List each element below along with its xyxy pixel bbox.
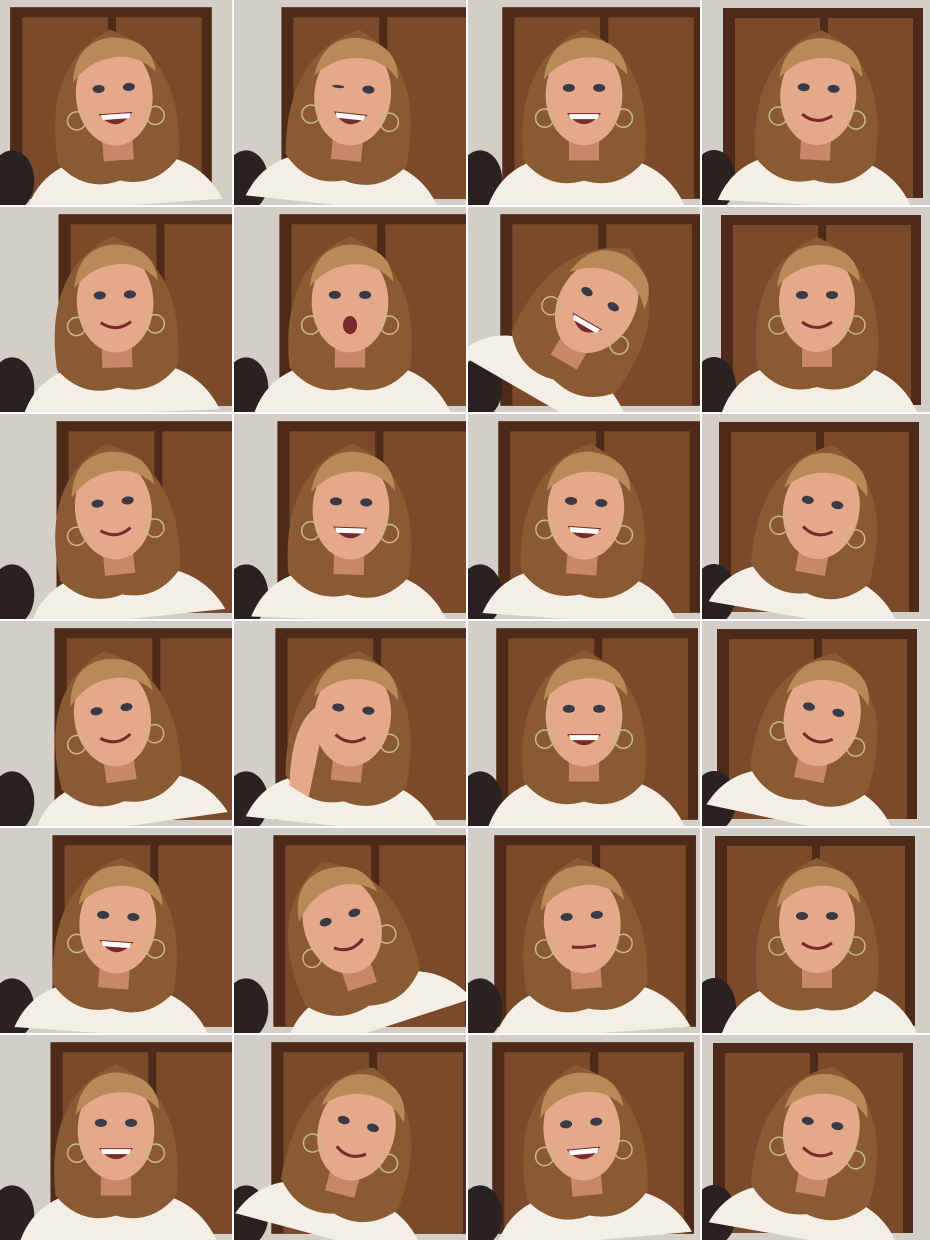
mouth (342, 316, 358, 335)
portrait-photo (468, 414, 700, 619)
portrait-tile (468, 621, 700, 826)
portrait-tile (702, 621, 930, 826)
eye (125, 1118, 138, 1127)
portrait-photo (0, 414, 232, 619)
portrait-photo (0, 207, 232, 412)
teeth (335, 527, 366, 534)
portrait-tile (234, 621, 466, 826)
portrait-tile (702, 207, 930, 412)
teeth (568, 735, 600, 741)
portrait-tile (0, 828, 232, 1033)
teeth (568, 114, 600, 120)
eye (562, 704, 575, 713)
portrait-tile (702, 0, 930, 205)
portrait-photo (702, 1035, 930, 1240)
portrait-photo (0, 0, 232, 205)
portrait-tile (468, 414, 700, 619)
portrait-photo (468, 1035, 700, 1240)
portrait-tile (468, 1035, 700, 1240)
portrait-tile (234, 414, 466, 619)
portrait-tile (234, 828, 466, 1033)
portrait-photo (234, 828, 466, 1033)
portrait-photo (468, 828, 700, 1033)
portrait-photo (702, 207, 930, 412)
portrait-photo (702, 0, 930, 205)
portrait-tile (702, 414, 930, 619)
portrait-photo (0, 621, 232, 826)
portrait-tile (468, 828, 700, 1033)
portrait-tile (0, 0, 232, 205)
portrait-photo (468, 207, 700, 412)
portrait-photo (234, 621, 466, 826)
portrait-tile (0, 621, 232, 826)
portrait-tile (0, 414, 232, 619)
eye (94, 1118, 107, 1127)
teeth (100, 1149, 132, 1155)
eye (826, 912, 838, 920)
portrait-tile (0, 207, 232, 412)
eye (826, 291, 838, 299)
eye (562, 83, 575, 92)
eye (359, 290, 372, 299)
portrait-tile (468, 0, 700, 205)
portrait-tile (468, 207, 700, 412)
portrait-tile (0, 1035, 232, 1240)
portrait-photo (234, 0, 466, 205)
eye (796, 291, 808, 299)
portrait-tile (234, 207, 466, 412)
portrait-tile (702, 828, 930, 1033)
portrait-photo (234, 414, 466, 619)
portrait-tile (234, 0, 466, 205)
portrait-photo (468, 0, 700, 205)
portrait-photo (702, 414, 930, 619)
portrait-photo (0, 1035, 232, 1240)
eye (328, 290, 341, 299)
portrait-photo (234, 207, 466, 412)
portrait-tile (234, 1035, 466, 1240)
portrait-photo (702, 621, 930, 826)
portrait-tile (702, 1035, 930, 1240)
eye (593, 83, 606, 92)
portrait-photo (702, 828, 930, 1033)
eye (796, 912, 808, 920)
portrait-photo (0, 828, 232, 1033)
photo-contact-sheet (0, 0, 930, 1240)
portrait-photo (234, 1035, 466, 1240)
portrait-photo (468, 621, 700, 826)
eye (593, 704, 606, 713)
